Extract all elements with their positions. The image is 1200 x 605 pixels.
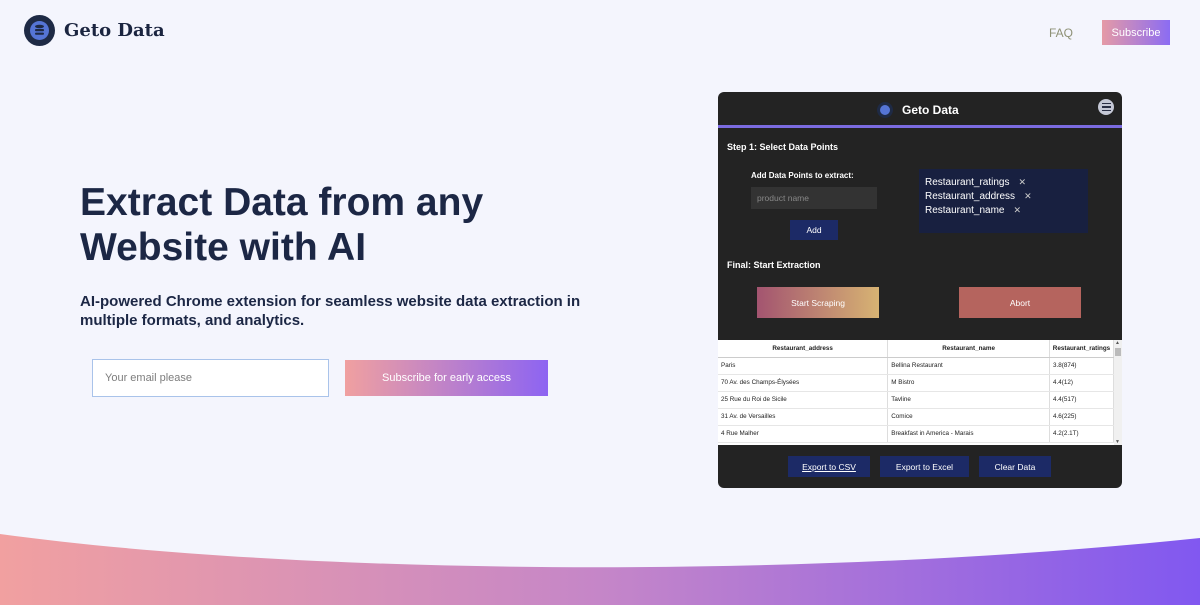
panel-header: Geto Data: [718, 92, 1122, 128]
remove-tag-icon[interactable]: ✕: [1024, 191, 1032, 202]
table-cell: Bellina Restaurant: [887, 357, 1050, 375]
table-cell: 31 Av. de Versailles: [718, 408, 889, 426]
table-header-row: Restaurant_address Restaurant_name Resta…: [718, 340, 1114, 358]
tag-label: Restaurant_address: [925, 190, 1016, 202]
results-table: Restaurant_address Restaurant_name Resta…: [718, 340, 1114, 443]
remove-tag-icon[interactable]: ✕: [1014, 205, 1022, 216]
column-header: Restaurant_name: [887, 340, 1050, 358]
table-row: Paris Bellina Restaurant 3.8(874): [718, 357, 1114, 375]
table-cell: 4.4(12): [1049, 374, 1114, 392]
table-row: 25 Rue du Roi de Sicile Tavline 4.4(517): [718, 391, 1114, 409]
brand[interactable]: Geto Data: [24, 15, 165, 46]
panel-footer: Export to CSV Export to Excel Clear Data: [718, 445, 1122, 488]
faq-link[interactable]: FAQ: [1049, 26, 1073, 40]
table-cell: 70 Av. des Champs-Élysées: [718, 374, 889, 392]
email-input[interactable]: [92, 359, 329, 397]
table-cell: 4 Rue Malher: [718, 425, 889, 443]
bottom-wave: [0, 534, 1200, 605]
column-header: Restaurant_address: [718, 340, 889, 358]
subscribe-button[interactable]: Subscribe: [1102, 20, 1170, 45]
remove-tag-icon[interactable]: ✕: [1019, 177, 1027, 188]
data-point-input[interactable]: [751, 187, 877, 209]
table-cell: 4.4(517): [1049, 391, 1114, 409]
database-logo-icon: [24, 15, 55, 46]
table-scrollbar[interactable]: ▲ ▼: [1114, 340, 1122, 445]
tag-restaurant-ratings: Restaurant_ratings ✕: [925, 175, 1088, 189]
step1-heading: Step 1: Select Data Points: [727, 142, 839, 152]
scroll-up-icon[interactable]: ▲: [1115, 340, 1120, 346]
table-cell: 3.8(874): [1049, 357, 1114, 375]
abort-button[interactable]: Abort: [959, 287, 1081, 318]
table-cell: 4.2(2.1T): [1049, 425, 1114, 443]
table-cell: Paris: [718, 357, 889, 375]
subscribe-early-access-button[interactable]: Subscribe for early access: [345, 360, 548, 396]
column-header: Restaurant_ratings: [1049, 340, 1114, 358]
table-cell: 25 Rue du Roi de Sicile: [718, 391, 889, 409]
table-cell: Breakfast in America - Marais: [887, 425, 1050, 443]
table-row: 4 Rue Malher Breakfast in America - Mara…: [718, 425, 1114, 443]
table-row: 70 Av. des Champs-Élysées M Bistro 4.4(1…: [718, 374, 1114, 392]
results-table-container[interactable]: Restaurant_address Restaurant_name Resta…: [718, 340, 1122, 445]
start-scraping-button[interactable]: Start Scraping: [757, 287, 879, 318]
selected-data-points: Restaurant_ratings ✕ Restaurant_address …: [919, 169, 1088, 233]
hamburger-icon[interactable]: [1098, 99, 1114, 115]
tag-restaurant-name: Restaurant_name ✕: [925, 203, 1088, 217]
table-row: 31 Av. de Versailles Comice 4.6(225): [718, 408, 1114, 426]
table-cell: 4.6(225): [1049, 408, 1114, 426]
database-icon: [877, 102, 893, 118]
hero-title: Extract Data from any Website with AI: [80, 181, 484, 269]
table-cell: M Bistro: [887, 374, 1050, 392]
table-cell: Tavline: [887, 391, 1050, 409]
add-data-points-label: Add Data Points to extract:: [751, 171, 854, 180]
export-csv-button[interactable]: Export to CSV: [788, 456, 870, 477]
scrollbar-thumb[interactable]: [1115, 348, 1121, 356]
brand-name: Geto Data: [64, 20, 165, 41]
clear-data-button[interactable]: Clear Data: [979, 456, 1051, 477]
extension-panel: Geto Data Step 1: Select Data Points Add…: [718, 92, 1122, 488]
top-nav: Geto Data FAQ Subscribe: [0, 0, 1200, 64]
final-heading: Final: Start Extraction: [727, 260, 821, 270]
hero-subtitle: AI-powered Chrome extension for seamless…: [80, 293, 581, 329]
export-excel-button[interactable]: Export to Excel: [880, 456, 969, 477]
table-cell: Comice: [887, 408, 1050, 426]
tag-restaurant-address: Restaurant_address ✕: [925, 189, 1088, 203]
panel-title: Geto Data: [902, 103, 959, 117]
add-button[interactable]: Add: [790, 220, 838, 240]
tag-label: Restaurant_name: [925, 204, 1005, 216]
tag-label: Restaurant_ratings: [925, 176, 1010, 188]
